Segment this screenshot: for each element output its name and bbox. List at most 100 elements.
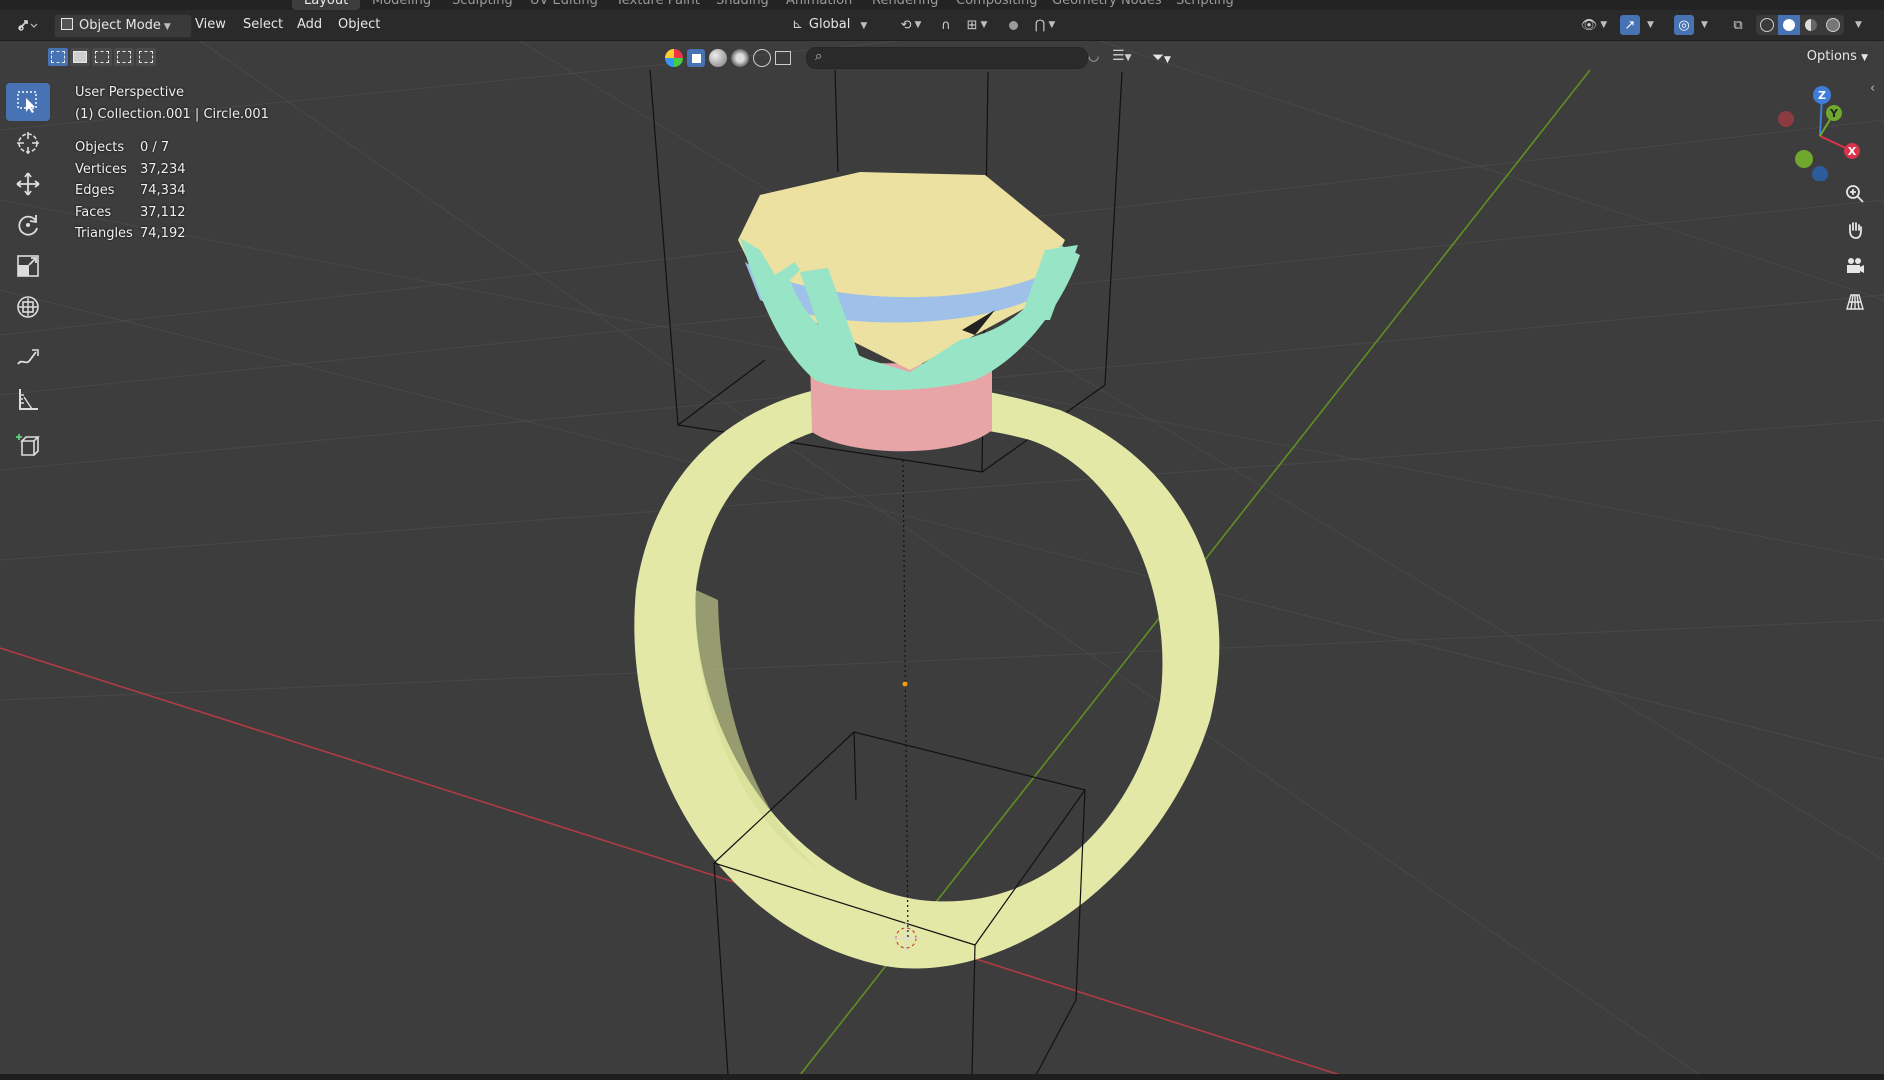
tab-compositing[interactable]: Compositing	[956, 0, 1038, 8]
select-box-tool[interactable]	[6, 83, 50, 121]
shading-dropdown[interactable]: ▼	[1850, 15, 1864, 35]
filter-button[interactable]: ⏷▼	[1152, 48, 1171, 66]
pencil-icon	[17, 349, 39, 365]
transform-tool[interactable]	[6, 288, 50, 326]
stat-value: 74,334	[140, 183, 186, 198]
ruler-icon	[19, 389, 38, 410]
snap-toggle[interactable]: ∩	[936, 15, 956, 35]
chevron-down-icon: ▼	[1701, 20, 1708, 30]
menu-object[interactable]: Object	[338, 14, 380, 36]
xray-toggle[interactable]: ⧉	[1728, 15, 1748, 35]
perspective-toggle[interactable]	[1840, 287, 1870, 317]
transform-orientation-dropdown[interactable]: ⊾ Global ▼	[792, 14, 884, 36]
scene-canvas[interactable]	[0, 41, 1884, 1075]
editor-type-icon	[18, 20, 38, 31]
search-clear-button[interactable]: ◡	[1088, 49, 1099, 64]
select-extend-icon	[73, 51, 87, 63]
hierarchy-filter-button[interactable]: ☰▼	[1112, 48, 1131, 64]
overlays-toggle[interactable]: ◎	[1674, 15, 1694, 35]
tab-rendering[interactable]: Rendering	[872, 0, 938, 8]
search-field[interactable]: ⌕	[806, 47, 1088, 69]
material-shading-button[interactable]	[1800, 15, 1822, 35]
visibility-button[interactable]: 👁 ▼	[1576, 15, 1612, 35]
camera-filter-icon[interactable]	[775, 51, 791, 65]
tab-animation[interactable]: Animation	[786, 0, 852, 8]
sidebar-toggle[interactable]: ‹	[1870, 81, 1875, 96]
pivot-point-button[interactable]: ⟲ ▼	[895, 15, 927, 35]
tab-shading[interactable]: Shading	[716, 0, 769, 8]
cursor-icon	[17, 132, 39, 154]
search-icon: ⌕	[815, 49, 823, 64]
select-intersect-button[interactable]	[136, 48, 156, 66]
xray-icon: ⧉	[1733, 17, 1743, 33]
select-subtract-button[interactable]	[92, 48, 112, 66]
snap-increment-icon: ⊞	[966, 17, 978, 33]
object-origin	[902, 681, 908, 687]
solid-sphere-icon	[1783, 19, 1795, 31]
menu-view[interactable]: View	[195, 14, 226, 36]
material-filter-icon[interactable]	[709, 49, 727, 67]
hand-icon	[1849, 222, 1862, 239]
tab-modeling[interactable]: Modeling	[372, 0, 431, 8]
zoom-button[interactable]	[1840, 179, 1870, 209]
y-label: Y	[1829, 107, 1839, 120]
active-collection: (1) Collection.001 | Circle.001	[75, 106, 269, 122]
add-cube-icon	[16, 434, 40, 456]
camera-view-button[interactable]	[1840, 251, 1870, 281]
select-invert-button[interactable]	[114, 48, 134, 66]
add-cube-tool[interactable]	[6, 426, 50, 464]
gizmo-toggle[interactable]: ↗	[1620, 15, 1640, 35]
menu-select[interactable]: Select	[243, 14, 283, 36]
object-filter-icon[interactable]	[687, 49, 705, 67]
eye-icon: 👁	[1580, 17, 1598, 33]
tab-uv-editing[interactable]: UV Editing	[530, 0, 598, 8]
tab-layout[interactable]: Layout	[292, 0, 361, 10]
measure-tool[interactable]	[6, 380, 50, 418]
snap-target-button[interactable]: ⊞ ▼	[960, 15, 994, 35]
move-tool[interactable]	[6, 165, 50, 203]
camera-icon	[1847, 258, 1864, 273]
wireframe-shading-button[interactable]	[1756, 15, 1778, 35]
object-mode-icon	[61, 18, 73, 30]
proportional-edit-toggle[interactable]	[1003, 15, 1023, 35]
falloff-button[interactable]: ⋂ ▼	[1028, 15, 1062, 35]
z-label: Z	[1818, 89, 1826, 102]
rotate-tool[interactable]	[6, 206, 50, 244]
chevron-down-icon: ▼	[1647, 20, 1654, 30]
gizmo-dropdown[interactable]: ▼	[1642, 15, 1656, 35]
magnet-icon: ∩	[941, 17, 951, 33]
navigation-gizmo[interactable]: Z Y X	[1770, 81, 1870, 181]
tab-sculpting[interactable]: Sculpting	[452, 0, 513, 8]
pan-button[interactable]	[1840, 215, 1870, 245]
annotate-tool[interactable]	[6, 339, 50, 377]
search-input[interactable]	[833, 49, 1077, 67]
select-extend-button[interactable]	[70, 48, 90, 66]
tab-scripting[interactable]: Scripting	[1176, 0, 1234, 8]
editor-type-button[interactable]	[10, 15, 44, 35]
3d-viewport[interactable]: ⌕ ◡ ☰▼ ⏷▼ Options ▼ ‹ Z Y X	[0, 41, 1884, 1075]
shading-modes	[1756, 15, 1844, 35]
scene-icon[interactable]	[665, 49, 683, 67]
scale-icon	[17, 255, 39, 277]
cursor-tool[interactable]	[6, 124, 50, 162]
light-filter-icon[interactable]	[731, 49, 749, 67]
mode-dropdown[interactable]: Object Mode ▼	[54, 14, 192, 38]
tab-geometry-nodes[interactable]: Geometry Nodes	[1052, 0, 1162, 8]
rendered-shading-button[interactable]	[1822, 15, 1844, 35]
tab-texture-paint[interactable]: Texture Paint	[616, 0, 700, 8]
world-filter-icon[interactable]	[753, 49, 771, 67]
overlays-dropdown[interactable]: ▼	[1696, 15, 1710, 35]
menu-add[interactable]: Add	[297, 14, 322, 36]
transform-icon	[17, 296, 39, 318]
viewport-info: User Perspective (1) Collection.001 | Ci…	[75, 82, 269, 125]
chevron-down-icon: ▼	[980, 20, 988, 30]
stat-row: Triangles 74,192	[75, 223, 186, 245]
scale-tool[interactable]	[6, 247, 50, 285]
select-new-button[interactable]	[48, 48, 68, 66]
stat-row: Edges 74,334	[75, 180, 186, 202]
stat-label: Objects	[75, 140, 125, 155]
options-dropdown[interactable]: Options ▼	[1798, 47, 1876, 67]
select-subtract-icon	[95, 51, 109, 63]
solid-shading-button[interactable]	[1778, 15, 1800, 35]
stat-value: 74,192	[140, 226, 186, 241]
